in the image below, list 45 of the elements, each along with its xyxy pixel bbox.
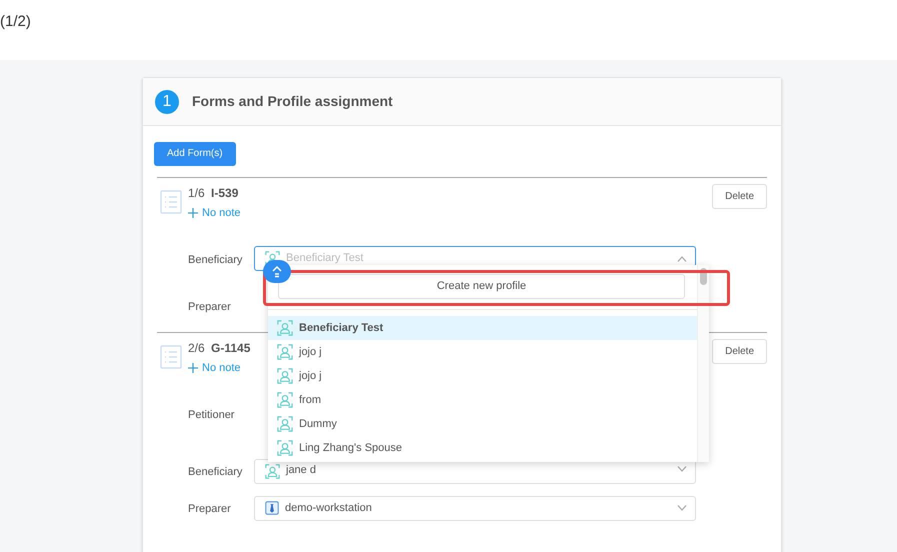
person-icon xyxy=(265,464,280,478)
form-index: 2/6 xyxy=(188,341,205,355)
option-label: Beneficiary Test xyxy=(299,320,384,336)
plus-icon xyxy=(188,208,198,218)
person-icon xyxy=(277,320,293,336)
option-label: Dummy xyxy=(299,416,337,432)
chevron-up-icon xyxy=(272,266,282,278)
chevron-down-icon xyxy=(677,466,687,472)
list-icon xyxy=(160,345,182,369)
person-icon xyxy=(277,440,293,456)
list-icon xyxy=(160,190,182,214)
field-label: Beneficiary xyxy=(188,466,242,478)
option-label: jojo j xyxy=(299,368,322,384)
delete-button[interactable]: Delete xyxy=(712,184,767,208)
tie-icon xyxy=(265,501,279,515)
option-label: from xyxy=(299,392,321,408)
person-icon xyxy=(277,368,293,384)
plus-icon xyxy=(188,363,198,374)
person-icon xyxy=(277,344,293,360)
search-input[interactable]: Beneficiary Test xyxy=(286,250,671,267)
field-label: Preparer xyxy=(188,300,231,312)
profile-option[interactable]: Ling Zhang's Spouse xyxy=(268,436,697,460)
chevron-down-icon xyxy=(677,505,687,511)
form-code: G-1145 xyxy=(211,341,250,355)
page-counter: (1/2) xyxy=(0,13,31,30)
profile-option[interactable]: from xyxy=(268,388,697,412)
profile-option[interactable]: jojo j xyxy=(268,364,697,388)
profile-select[interactable]: demo-workstation xyxy=(254,496,696,520)
field-label: Beneficiary xyxy=(188,254,242,266)
delete-button[interactable]: Delete xyxy=(712,339,767,364)
create-profile-button[interactable]: Create new profile xyxy=(278,274,685,299)
section-title: Forms and Profile assignment xyxy=(192,92,393,111)
field-label: Petitioner xyxy=(188,409,234,421)
option-label: jojo j xyxy=(299,344,322,360)
person-icon xyxy=(277,416,293,432)
step-number: 1 xyxy=(155,90,179,114)
profile-option[interactable]: jojo j xyxy=(268,340,697,364)
chevron-up-icon xyxy=(677,256,687,262)
profile-option[interactable]: Dummy xyxy=(268,412,697,436)
option-label: Ling Zhang's Spouse xyxy=(299,440,402,456)
field-label: Preparer xyxy=(188,503,231,515)
person-icon xyxy=(277,392,293,408)
profile-option[interactable]: Beneficiary Test xyxy=(268,316,697,340)
form-code: I-539 xyxy=(211,186,238,200)
form-index: 1/6 xyxy=(188,186,205,200)
